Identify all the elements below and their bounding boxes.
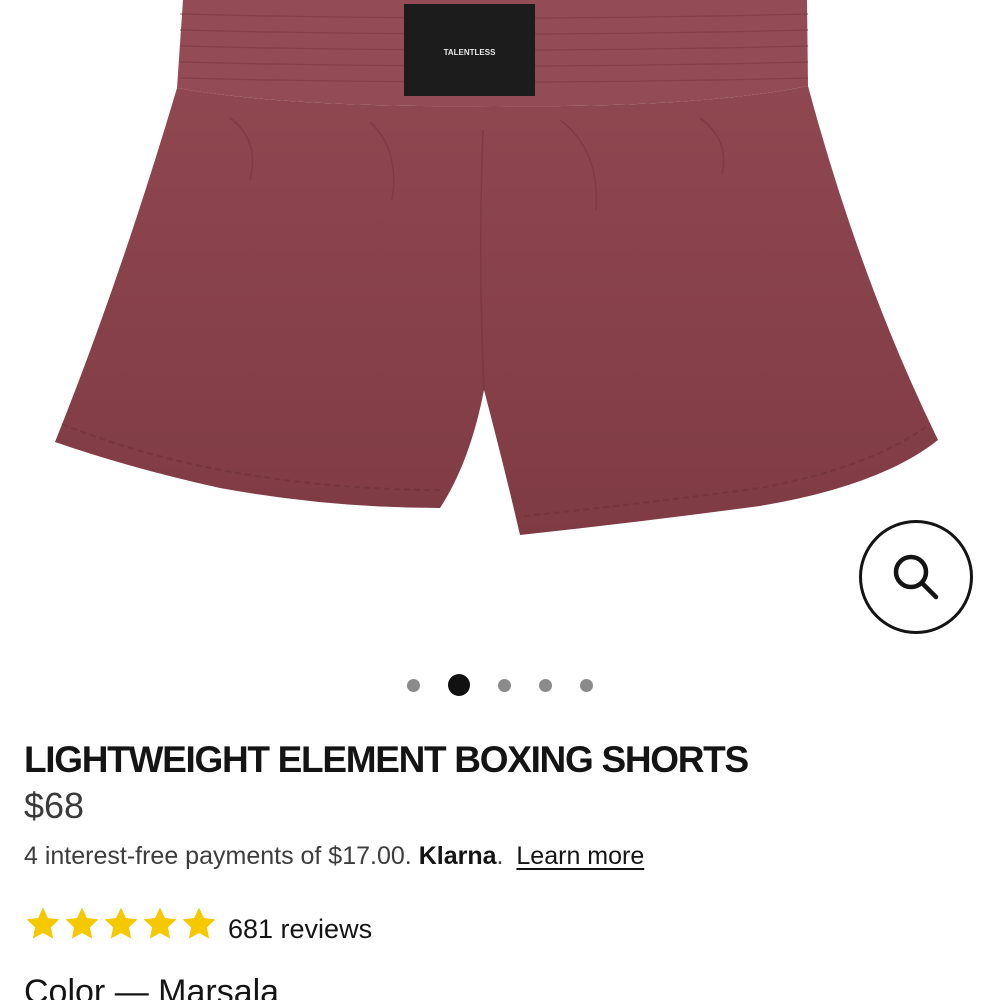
shorts-body [55,86,938,535]
gallery-dot[interactable] [539,678,552,692]
star-icon [104,907,138,939]
gallery-dot[interactable] [498,678,511,692]
star-icon [182,907,216,939]
klarna-logo: Klarna [418,842,497,870]
star-rating[interactable] [24,905,219,943]
gallery-dot-active[interactable] [448,674,470,696]
star-icon [65,907,99,939]
star-icon [143,907,177,939]
star-icon [26,907,60,939]
klarna-message: 4 interest-free payments of $17.00. Klar… [24,840,644,872]
klarna-suffix: . [496,842,504,870]
product-price: $68 [24,785,85,826]
rating-row: 681 reviews [24,902,372,946]
gallery-dot[interactable] [407,678,420,692]
gallery-dot[interactable] [580,678,593,692]
installments-text: 4 interest-free payments of $17.00. [24,842,412,870]
search-icon [893,554,939,600]
product-page: TALENTLESS LIGHTWEIGHT ELEMENT BOXING SH… [0,0,1000,1000]
product-image[interactable]: TALENTLESS [0,0,1000,660]
gallery-pagination [0,672,1000,698]
shorts-illustration: TALENTLESS [55,0,938,535]
product-title: LIGHTWEIGHT ELEMENT BOXING SHORTS [24,739,749,780]
review-count-link[interactable]: 681 reviews [228,914,372,945]
learn-more-link[interactable]: Learn more [516,842,644,870]
selected-color-label: Color — Marsala [24,973,280,1000]
brand-label-text: TALENTLESS [444,48,497,57]
zoom-button[interactable] [859,520,973,634]
